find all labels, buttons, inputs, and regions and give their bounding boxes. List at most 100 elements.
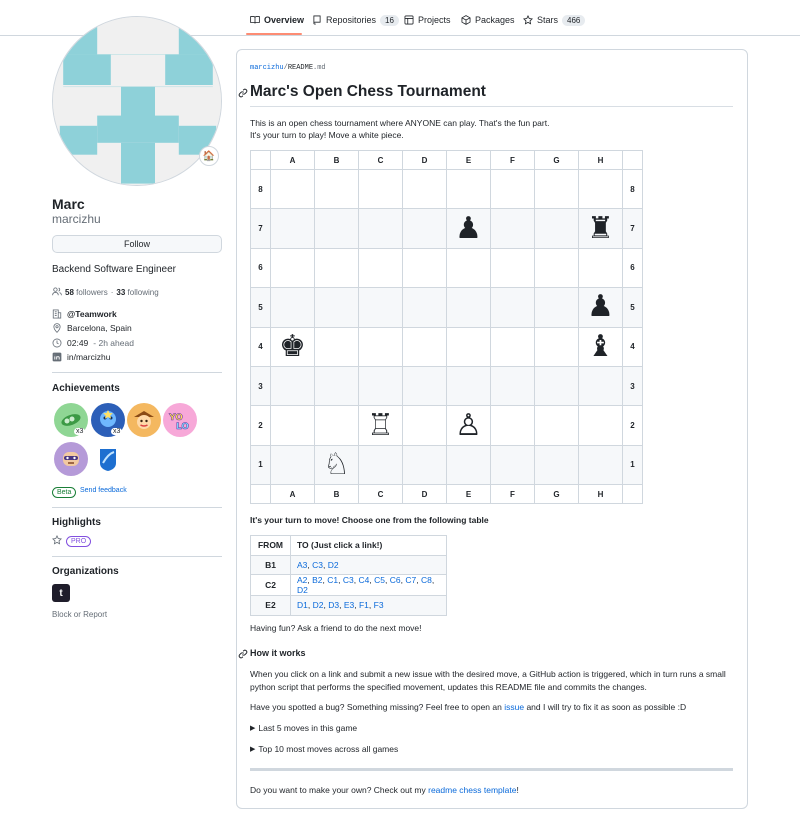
following-link[interactable]: 33 following bbox=[116, 288, 158, 297]
tab-label: Stars bbox=[537, 15, 559, 25]
move-link[interactable]: C1 bbox=[327, 575, 338, 585]
tab-overview[interactable]: Overview bbox=[250, 10, 304, 30]
board-square bbox=[490, 405, 535, 446]
move-link[interactable]: D1 bbox=[297, 600, 308, 610]
achievement-pull-shark-icon[interactable] bbox=[54, 442, 88, 476]
board-square: ♜ bbox=[578, 208, 623, 249]
move-link[interactable]: C3 bbox=[312, 560, 323, 570]
board-file-row: ABCDEFGH bbox=[250, 484, 643, 505]
board-square bbox=[314, 365, 359, 407]
achievement-arctic-code-vault-icon[interactable] bbox=[91, 442, 125, 476]
achievements-title[interactable]: Achievements bbox=[52, 383, 120, 394]
achievement-multiplier: x3 bbox=[111, 428, 123, 435]
issue-link[interactable]: issue bbox=[504, 702, 524, 712]
header-to: TO (Just click a link!) bbox=[290, 535, 447, 556]
move-link[interactable]: D2 bbox=[297, 585, 308, 595]
block-report-link[interactable]: Block or Report bbox=[52, 610, 107, 619]
board-square bbox=[314, 247, 359, 289]
anchor-link-icon[interactable] bbox=[238, 649, 248, 661]
move-link[interactable]: A3 bbox=[297, 560, 307, 570]
move-link[interactable]: D3 bbox=[328, 600, 339, 610]
move-link[interactable]: D2 bbox=[313, 600, 324, 610]
readme-user-link[interactable]: marcizhu bbox=[250, 64, 284, 72]
move-link[interactable]: D2 bbox=[328, 560, 339, 570]
move-link[interactable]: C7 bbox=[405, 575, 416, 585]
board-square bbox=[314, 405, 359, 446]
achievement-quickdraw-icon[interactable] bbox=[127, 403, 161, 437]
followers-row: 58 followers · 33 following bbox=[52, 287, 159, 298]
readme-path: marcizhu/README.md bbox=[250, 64, 326, 72]
move-link[interactable]: C3 bbox=[343, 575, 354, 585]
board-file-row: ABCDEFGH bbox=[250, 150, 643, 170]
moves-row: B1 A3, C3, D2 bbox=[250, 554, 447, 575]
board-square: ♝ bbox=[578, 326, 623, 367]
board-square bbox=[490, 287, 535, 328]
chess-piece-icon: ♘ bbox=[323, 447, 350, 481]
tab-packages[interactable]: Packages bbox=[461, 10, 515, 30]
active-tab-indicator bbox=[246, 33, 302, 35]
own-template-text: Do you want to make your own? Check out … bbox=[250, 785, 519, 795]
star-icon bbox=[51, 534, 63, 547]
package-icon bbox=[461, 15, 471, 25]
board-square bbox=[490, 326, 535, 367]
linkedin-link[interactable]: in/marcizhu bbox=[67, 352, 110, 362]
board-square bbox=[490, 208, 535, 249]
move-link[interactable]: F3 bbox=[374, 600, 384, 610]
board-square bbox=[446, 287, 491, 328]
board-square bbox=[270, 247, 315, 289]
tab-projects[interactable]: Projects bbox=[404, 10, 451, 30]
move-link[interactable]: C6 bbox=[390, 575, 401, 585]
tab-label: Packages bbox=[475, 15, 515, 25]
tab-repositories[interactable]: Repositories 16 bbox=[312, 10, 399, 30]
followers-label: followers bbox=[76, 288, 108, 297]
chess-piece-icon: ♜ bbox=[587, 211, 614, 245]
repo-icon bbox=[312, 15, 322, 25]
bug-text: Have you spotted a bug? Something missin… bbox=[250, 702, 686, 712]
tab-stars[interactable]: Stars 466 bbox=[523, 10, 586, 30]
board-square bbox=[270, 287, 315, 328]
beta-badge: Beta bbox=[52, 487, 77, 498]
board-square bbox=[534, 365, 579, 407]
move-link[interactable]: C8 bbox=[421, 575, 432, 585]
company-link[interactable]: @Teamwork bbox=[67, 309, 117, 319]
board-square bbox=[358, 208, 403, 249]
move-to-list: A2, B2, C1, C3, C4, C5, C6, C7, C8, D2 bbox=[290, 574, 447, 596]
move-link[interactable]: B2 bbox=[312, 575, 322, 585]
repositories-count: 16 bbox=[380, 14, 399, 26]
file-label: E bbox=[446, 150, 491, 170]
organization-avatar[interactable]: t bbox=[52, 584, 70, 602]
follow-button[interactable]: Follow bbox=[52, 235, 222, 253]
details-last-moves[interactable]: ▶ Last 5 moves in this game bbox=[250, 723, 357, 733]
move-link[interactable]: E3 bbox=[344, 600, 354, 610]
move-link[interactable]: A2 bbox=[297, 575, 307, 585]
svg-text:LO: LO bbox=[176, 422, 189, 432]
board-square bbox=[314, 326, 359, 367]
highlights-title: Highlights bbox=[52, 517, 101, 528]
board-square bbox=[490, 444, 535, 486]
board-square bbox=[446, 444, 491, 486]
send-feedback-link[interactable]: Send feedback bbox=[80, 487, 127, 494]
board-rank-row: 5 ♟ 5 bbox=[250, 287, 643, 328]
board-square bbox=[490, 365, 535, 407]
board-square bbox=[578, 444, 623, 486]
file-label: D bbox=[402, 484, 447, 505]
move-from: B1 bbox=[250, 554, 291, 575]
chess-piece-icon: ♝ bbox=[587, 329, 614, 363]
board-square bbox=[534, 405, 579, 446]
identicon bbox=[53, 17, 221, 185]
file-label: G bbox=[534, 484, 579, 505]
followers-link[interactable]: 58 followers bbox=[65, 288, 108, 297]
following-label: following bbox=[127, 288, 159, 297]
rank-label: 7 bbox=[622, 208, 643, 249]
anchor-link-icon[interactable] bbox=[238, 88, 248, 100]
move-link[interactable]: C4 bbox=[359, 575, 370, 585]
board-square bbox=[578, 168, 623, 210]
board-square: ♟ bbox=[578, 287, 623, 328]
move-link[interactable]: F1 bbox=[359, 600, 369, 610]
avatar[interactable] bbox=[52, 16, 222, 186]
template-link[interactable]: readme chess template bbox=[428, 785, 516, 795]
achievement-yolo-icon[interactable]: YO LO bbox=[163, 403, 197, 437]
status-emoji[interactable]: 🏠 bbox=[199, 146, 219, 166]
move-link[interactable]: C5 bbox=[374, 575, 385, 585]
details-top-moves[interactable]: ▶ Top 10 most moves across all games bbox=[250, 744, 398, 754]
